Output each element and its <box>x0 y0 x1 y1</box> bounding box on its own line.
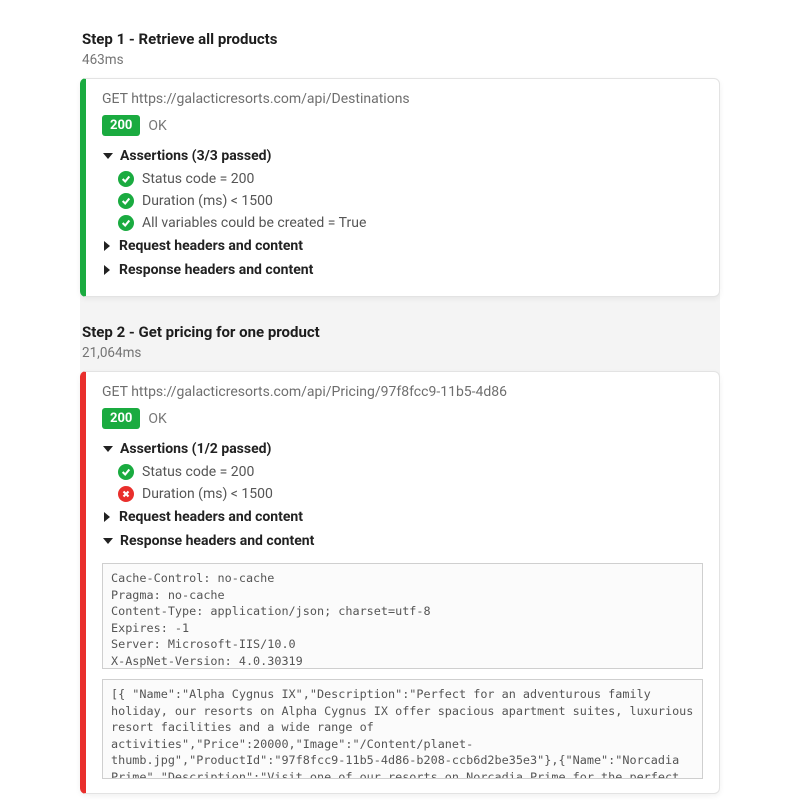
http-method: GET <box>102 384 128 400</box>
assertion-text: Status code = 200 <box>142 464 254 480</box>
step-duration: 21,064ms <box>82 345 720 361</box>
status-text: OK <box>148 411 166 427</box>
assertions-label: Assertions (3/3 passed) <box>120 148 271 164</box>
check-circle-icon <box>118 464 134 480</box>
response-body-raw[interactable]: [{ "Name":"Alpha Cygnus IX","Description… <box>102 679 703 779</box>
request-line: GET https://galacticresorts.com/api/Pric… <box>102 384 703 400</box>
chevron-right-icon <box>104 512 110 522</box>
step-card: GET https://galacticresorts.com/api/Pric… <box>80 371 720 794</box>
request-headers-label: Request headers and content <box>119 238 303 254</box>
assertion-text: Duration (ms) < 1500 <box>142 486 273 502</box>
chevron-down-icon <box>103 538 113 544</box>
step-title: Step 1 - Retrieve all products <box>82 30 720 48</box>
assertion-row: All variables could be created = True <box>118 212 703 234</box>
assertions-label: Assertions (1/2 passed) <box>120 441 271 457</box>
status-code-badge: 200 <box>102 408 140 429</box>
response-headers-label: Response headers and content <box>119 262 313 278</box>
status-code-badge: 200 <box>102 115 140 136</box>
request-headers-label: Request headers and content <box>119 509 303 525</box>
step-card: GET https://galacticresorts.com/api/Dest… <box>80 78 720 297</box>
step-title: Step 2 - Get pricing for one product <box>82 323 720 341</box>
assertion-row: Status code = 200 <box>118 461 703 483</box>
assertion-row: Status code = 200 <box>118 168 703 190</box>
chevron-down-icon <box>103 153 113 159</box>
step-duration: 463ms <box>82 52 720 68</box>
response-headers-toggle[interactable]: Response headers and content <box>102 529 703 553</box>
request-line: GET https://galacticresorts.com/api/Dest… <box>102 91 703 107</box>
check-circle-icon <box>118 215 134 231</box>
chevron-right-icon <box>104 241 110 251</box>
status-row: 200 OK <box>102 115 703 136</box>
x-circle-icon <box>118 486 134 502</box>
assertion-row: Duration (ms) < 1500 <box>118 483 703 505</box>
assertions-list: Status code = 200 Duration (ms) < 1500 All… <box>118 168 703 234</box>
request-headers-toggle[interactable]: Request headers and content <box>102 505 703 529</box>
assertions-toggle[interactable]: Assertions (1/2 passed) <box>102 437 703 461</box>
assertion-text: Duration (ms) < 1500 <box>142 193 273 209</box>
assertion-row: Duration (ms) < 1500 <box>118 190 703 212</box>
chevron-down-icon <box>103 446 113 452</box>
assertions-toggle[interactable]: Assertions (3/3 passed) <box>102 144 703 168</box>
status-text: OK <box>148 118 166 134</box>
response-headers-toggle[interactable]: Response headers and content <box>102 258 703 282</box>
assertion-text: Status code = 200 <box>142 171 254 187</box>
request-url: https://galacticresorts.com/api/Pricing/… <box>128 384 507 400</box>
response-headers-label: Response headers and content <box>120 533 314 549</box>
assertion-text: All variables could be created = True <box>142 215 366 231</box>
request-headers-toggle[interactable]: Request headers and content <box>102 234 703 258</box>
response-headers-raw[interactable]: Cache-Control: no-cache Pragma: no-cache… <box>102 563 703 669</box>
http-method: GET <box>102 91 128 107</box>
request-url: https://galacticresorts.com/api/Destinat… <box>128 91 410 107</box>
check-circle-icon <box>118 193 134 209</box>
assertions-list: Status code = 200 Duration (ms) < 1500 <box>118 461 703 505</box>
status-row: 200 OK <box>102 408 703 429</box>
check-circle-icon <box>118 171 134 187</box>
chevron-right-icon <box>104 265 110 275</box>
